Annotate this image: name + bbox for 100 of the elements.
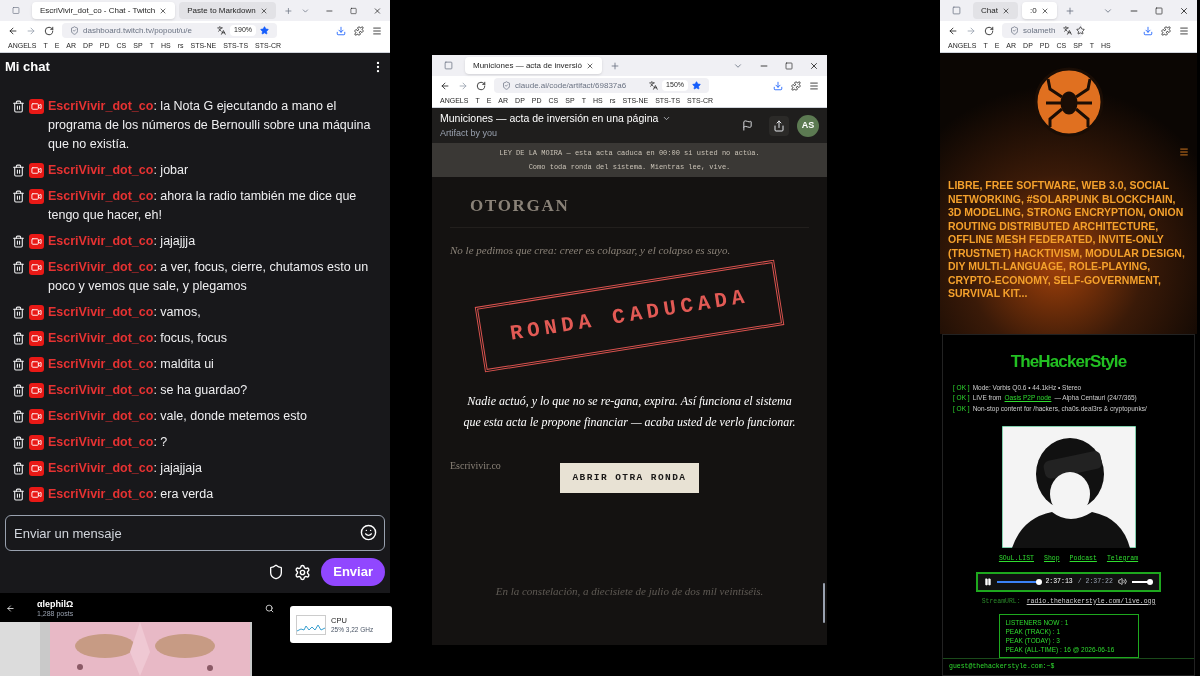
translate-icon[interactable]: [217, 26, 227, 35]
emoji-icon[interactable]: [360, 524, 377, 541]
shield-icon[interactable]: [268, 564, 285, 580]
download-icon[interactable]: [1143, 25, 1153, 36]
send-button[interactable]: Enviar: [321, 558, 385, 586]
extension-icon[interactable]: [791, 80, 801, 91]
settings-icon[interactable]: [294, 563, 312, 581]
section-title: OTORGAN: [470, 196, 570, 215]
chat-message: EscriVivir_dot_co: focus, focus: [48, 329, 228, 347]
menu-icon[interactable]: [372, 25, 382, 36]
delete-icon[interactable]: [12, 189, 25, 203]
message-input[interactable]: Enviar un mensaje: [5, 515, 385, 551]
extension-icon[interactable]: [1161, 25, 1171, 36]
url-text: solameth: [1023, 24, 1056, 37]
reload-icon[interactable]: [44, 25, 54, 36]
reload-icon[interactable]: [476, 80, 486, 91]
browser-tab[interactable]: Paste to Markdown: [179, 2, 276, 19]
url-text: dashboard.twitch.tv/popout/u/e: [83, 24, 192, 37]
delete-icon[interactable]: [12, 305, 25, 319]
pause-icon[interactable]: [984, 577, 992, 586]
browser-tab[interactable]: Municiones — acta de inversió: [465, 57, 602, 74]
video-badge-icon: [29, 330, 44, 346]
maximize-icon[interactable]: [350, 6, 358, 15]
maximize-icon[interactable]: [785, 61, 793, 70]
close-icon[interactable]: [159, 6, 168, 15]
extension-icon[interactable]: [354, 25, 364, 36]
scrollbar[interactable]: [823, 583, 825, 623]
star-icon[interactable]: [260, 26, 269, 35]
shield-icon: [1010, 26, 1019, 35]
volume-icon[interactable]: [1117, 577, 1127, 586]
back-icon[interactable]: [6, 604, 15, 613]
translate-icon[interactable]: [649, 81, 659, 90]
video-badge-icon: [29, 486, 44, 502]
back-icon[interactable]: [948, 25, 958, 36]
download-icon[interactable]: [336, 25, 346, 36]
reload-icon[interactable]: [984, 25, 994, 36]
chat-message: EscriVivir_dot_co: se ha guardao?: [48, 381, 248, 399]
profile-name: αlephilΩ: [37, 598, 75, 609]
delete-icon[interactable]: [12, 331, 25, 345]
chat-message: EscriVivir_dot_co: maldita ui: [48, 355, 214, 373]
close-icon[interactable]: [809, 60, 819, 71]
close-icon[interactable]: [1179, 5, 1189, 16]
address-bar[interactable]: solameth: [1002, 23, 1082, 38]
delete-icon[interactable]: [12, 260, 25, 274]
delete-icon[interactable]: [12, 383, 25, 397]
chat-message: EscriVivir_dot_co: a ver, focus, cierre, chutamos esto un poco y vemos que sale, y plegamos: [48, 258, 370, 295]
delete-icon[interactable]: [12, 357, 25, 371]
back-icon[interactable]: [440, 80, 450, 91]
delete-icon[interactable]: [12, 234, 25, 248]
delete-icon[interactable]: [12, 99, 25, 113]
video-badge-icon: [29, 304, 44, 320]
menu-icon[interactable]: [1179, 147, 1189, 157]
chat-message: EscriVivir_dot_co: jajajjja: [48, 232, 196, 250]
close-icon[interactable]: [585, 61, 594, 70]
search-icon[interactable]: [265, 604, 274, 613]
back-icon[interactable]: [8, 25, 18, 36]
close-icon[interactable]: [1040, 6, 1049, 15]
close-icon[interactable]: [1001, 6, 1010, 15]
chat-title: Mi chat: [5, 58, 50, 77]
cpu-sparkline-icon: [296, 614, 326, 635]
download-icon[interactable]: [773, 80, 783, 91]
open-round-button[interactable]: ABRIR OTRA RONDA: [560, 463, 699, 493]
translate-icon[interactable]: [1063, 26, 1073, 35]
delete-icon[interactable]: [12, 409, 25, 423]
browser-tab[interactable]: EscriVivir_dot_co - Chat - Twitch: [31, 2, 176, 19]
video-badge-icon: [29, 233, 44, 249]
browser-tab[interactable]: :0: [1021, 2, 1057, 19]
delete-icon[interactable]: [12, 163, 25, 177]
video-badge-icon: [29, 460, 44, 476]
star-icon[interactable]: [1076, 26, 1086, 35]
video-badge-icon: [29, 356, 44, 372]
expired-stamp: RONDA CADUCADA: [474, 259, 785, 372]
shield-icon: [502, 81, 511, 90]
artifact-subtitle: Artifact by you: [440, 126, 499, 140]
spider-logo-icon: [1033, 67, 1104, 137]
video-badge-icon: [29, 162, 44, 178]
close-icon[interactable]: [259, 6, 268, 15]
progress-thumb[interactable]: [1036, 578, 1043, 585]
expired-message: Nadie actuó, y lo que no se re-gana, expira. Así funciona el sistema que esta acta le propone financiar — acaba usted de verlo funcionar.: [462, 393, 797, 431]
closing-line: En la constelación, a diecisiete de julio de dos mil veintiséis.: [494, 584, 765, 599]
flag-icon[interactable]: [742, 120, 753, 131]
video-badge-icon: [29, 98, 44, 114]
maximize-icon[interactable]: [1155, 6, 1163, 15]
browser-tab[interactable]: Chat: [973, 2, 1018, 19]
shield-icon: [70, 26, 79, 35]
chat-message: EscriVivir_dot_co: ?: [48, 433, 168, 451]
video-badge-icon: [29, 434, 44, 450]
user-avatar[interactable]: AS: [797, 114, 819, 137]
menu-icon[interactable]: [1179, 25, 1189, 36]
video-badge-icon: [29, 188, 44, 204]
star-icon[interactable]: [692, 81, 701, 90]
delete-icon[interactable]: [12, 487, 25, 501]
share-icon[interactable]: [769, 115, 789, 136]
delete-icon[interactable]: [12, 435, 25, 449]
volume-thumb[interactable]: [1147, 578, 1153, 585]
chat-message: EscriVivir_dot_co: vale, donde metemos esto: [48, 407, 307, 425]
delete-icon[interactable]: [12, 461, 25, 475]
tagline: LIBRE, FREE SOFTWARE, WEB 3.0, SOCIAL NETWORKING, #SOLARPUNK BLOCKCHAIN, 3D MODELING, STRONG ENCRYPTION, ONION ROUTING DISTRIBUTED ARCHITECTURE, OFFLINE MESH FEDERATED, INVITE-ONLY (TRUSTNET) HACKTIVISM, MODULAR DESIGN, DIY MULTI-LANGUAGE, ROLE-PLAYING, CRYPTO-ECONOMY, SELF-GOVERNMENT, SURVIVAL KIT...: [948, 179, 1186, 301]
chat-message: EscriVivir_dot_co: la Nota G ejecutando a mano el programa de los números de Bernoulli sobre una máquina que no existía.: [48, 97, 372, 153]
menu-icon[interactable]: [809, 80, 819, 91]
